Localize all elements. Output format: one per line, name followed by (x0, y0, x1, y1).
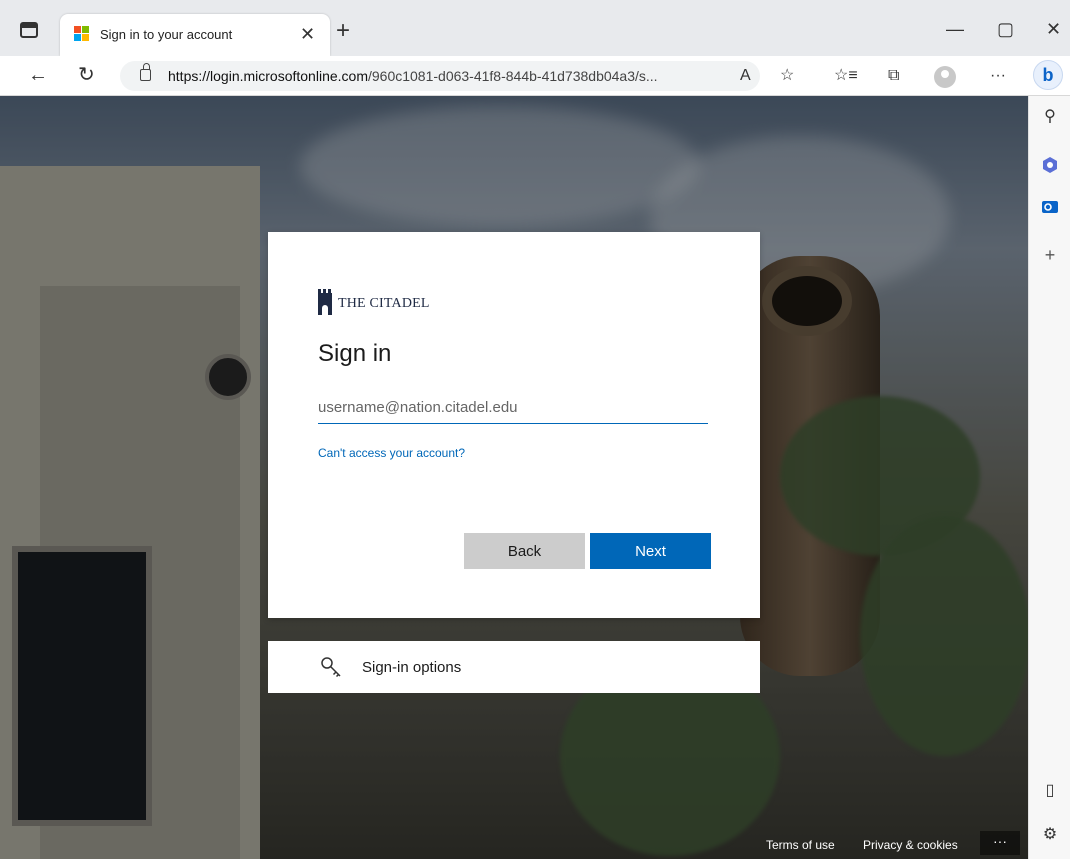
sidebar-discover-icon[interactable] (1041, 156, 1059, 174)
org-logo: THE CITADEL (318, 289, 430, 319)
citadel-tower-icon (318, 289, 332, 315)
tab-active[interactable]: Sign in to your account ✕ (60, 14, 330, 56)
tab-actions-icon[interactable] (20, 22, 38, 38)
collections-icon[interactable]: ⧉ (888, 64, 899, 88)
email-field[interactable] (318, 392, 708, 424)
tab-title: Sign in to your account (100, 27, 233, 42)
footer-more-button[interactable]: ··· (980, 831, 1020, 855)
url-field[interactable]: https://login.microsoftonline.com/960c10… (120, 61, 760, 91)
microsoft-logo-icon (74, 26, 90, 42)
read-aloud-icon[interactable]: A (740, 64, 751, 88)
sign-in-options-label: Sign-in options (362, 659, 462, 676)
edge-sidebar: ⚲ + ▯ ⚙ (1028, 96, 1070, 859)
favorite-star-icon[interactable]: ☆ (780, 64, 794, 88)
site-info-icon[interactable] (140, 63, 151, 81)
footer: Terms of use Privacy & cookies ··· (0, 831, 1028, 859)
page-title: Sign in (318, 340, 392, 367)
address-bar-row: ← ↻ https://login.microsoftonline.com/96… (0, 56, 1070, 96)
next-button[interactable]: Next (590, 533, 711, 569)
sidebar-split-icon[interactable]: ▯ (1041, 782, 1059, 800)
sidebar-settings-icon[interactable]: ⚙ (1041, 826, 1059, 844)
page-background: THE CITADEL Sign in Can't access your ac… (0, 96, 1028, 859)
browser-window: Sign in to your account ✕ + — ▢ ✕ ← ↻ ht… (0, 0, 1070, 859)
url-text: https://login.microsoftonline.com/960c10… (168, 68, 658, 84)
sign-in-card: THE CITADEL Sign in Can't access your ac… (268, 232, 760, 618)
bing-chat-icon[interactable]: b (1033, 60, 1063, 90)
minimize-button[interactable]: — (946, 18, 964, 40)
sign-in-options[interactable]: Sign-in options (268, 641, 760, 693)
back-button[interactable]: Back (464, 533, 585, 569)
sidebar-add-icon[interactable]: + (1041, 246, 1059, 264)
cant-access-link[interactable]: Can't access your account? (318, 446, 465, 460)
profile-avatar[interactable] (934, 66, 956, 88)
back-icon[interactable]: ← (28, 62, 48, 88)
terms-link[interactable]: Terms of use (766, 838, 835, 852)
org-name: THE CITADEL (338, 296, 430, 311)
tab-strip: Sign in to your account ✕ + — ▢ ✕ (0, 0, 1070, 56)
reload-icon[interactable]: ↻ (78, 62, 95, 88)
close-window-button[interactable]: ✕ (1046, 18, 1061, 40)
privacy-link[interactable]: Privacy & cookies (863, 838, 958, 852)
new-tab-button[interactable]: + (336, 16, 350, 46)
sidebar-outlook-icon[interactable] (1041, 198, 1059, 216)
maximize-button[interactable]: ▢ (997, 18, 1014, 40)
favorites-icon[interactable]: ☆≡ (834, 64, 858, 88)
tab-close-icon[interactable]: ✕ (300, 23, 315, 45)
sidebar-search-icon[interactable]: ⚲ (1041, 108, 1059, 126)
more-menu-icon[interactable]: ··· (990, 64, 1006, 88)
key-icon (321, 657, 341, 678)
